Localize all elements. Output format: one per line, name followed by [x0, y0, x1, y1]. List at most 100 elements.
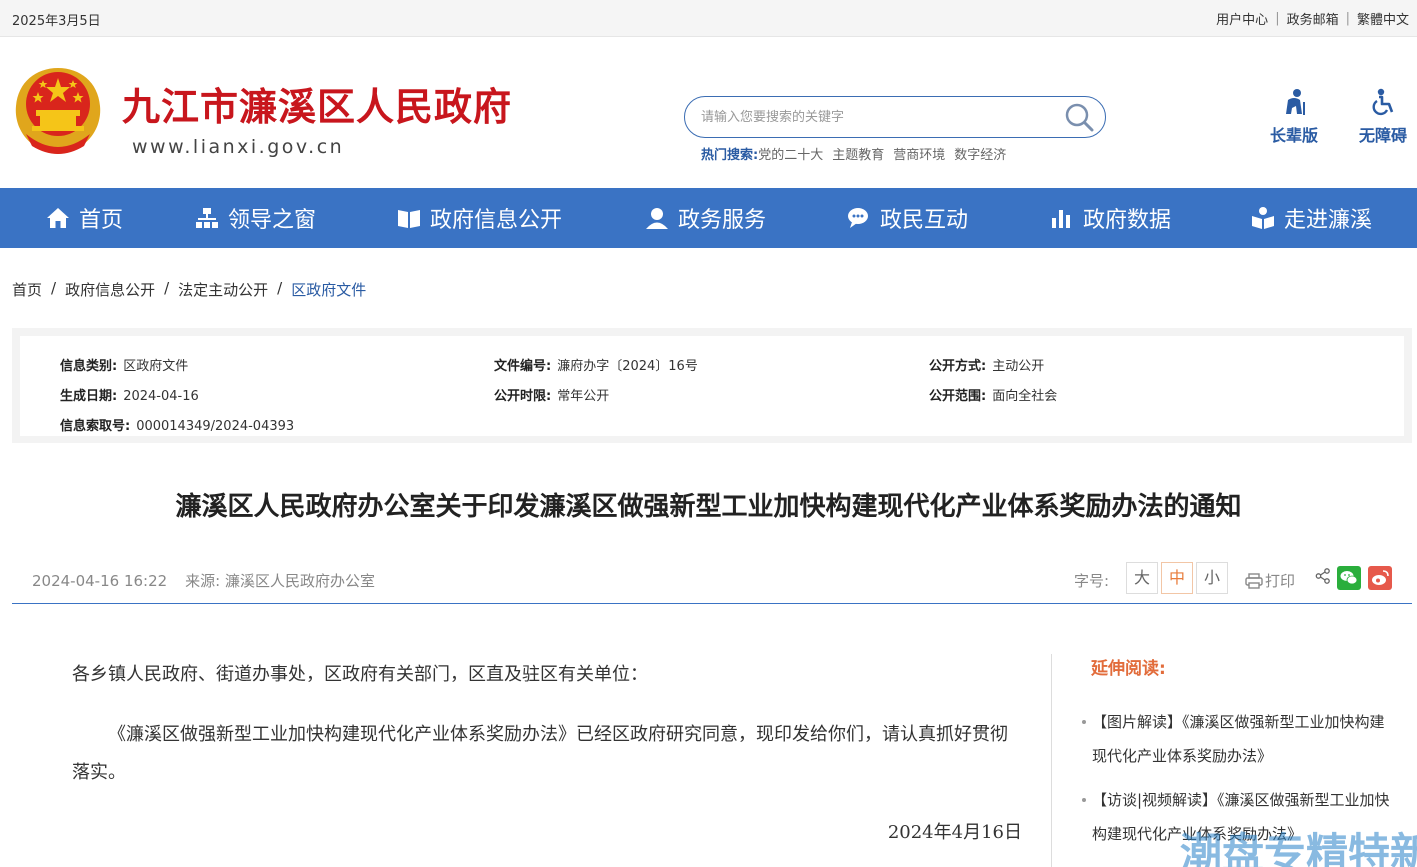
gov-mail-link[interactable]: 政务邮箱	[1287, 9, 1339, 28]
font-size-medium-button[interactable]: 中	[1161, 562, 1193, 594]
meta-key: 公开方式:	[929, 359, 987, 374]
breadcrumb-current[interactable]: 区政府文件	[291, 279, 366, 300]
site-title: 九江市濂溪区人民政府	[122, 84, 513, 129]
article-info-bar: 2024-04-16 16:22 来源: 濂溪区人民政府办公室 字号: 大 中 小…	[12, 562, 1412, 604]
column-divider	[1051, 654, 1052, 867]
share-icon[interactable]	[1315, 568, 1331, 584]
chat-bubble-icon	[848, 208, 868, 228]
meta-key: 文件编号:	[494, 359, 552, 374]
print-button[interactable]: 打印	[1245, 570, 1295, 591]
meta-key: 信息类别:	[60, 359, 118, 374]
accessibility-label: 无障碍	[1358, 126, 1407, 145]
nav-leaders[interactable]: 领导之窗	[195, 188, 316, 248]
hot-search-label: 热门搜索:	[701, 148, 759, 163]
font-size-large-button[interactable]: 大	[1126, 562, 1158, 594]
top-bar: 2025年3月5日 用户中心 | 政务邮箱 | 繁體中文	[0, 0, 1417, 37]
meta-created-date: 生成日期: 2024-04-16	[60, 385, 199, 404]
user-center-link[interactable]: 用户中心	[1216, 9, 1268, 28]
meta-publish-scope: 公开范围: 面向全社会	[929, 385, 1057, 404]
nav-interaction[interactable]: 政民互动	[847, 188, 968, 248]
elder-icon	[1286, 89, 1305, 115]
wheelchair-icon	[1372, 88, 1394, 116]
meta-publish-mode: 公开方式: 主动公开	[929, 355, 1044, 374]
meta-key: 公开范围:	[929, 389, 987, 404]
divider: |	[1275, 11, 1280, 26]
home-icon	[47, 208, 69, 228]
elder-mode-label: 长辈版	[1269, 126, 1318, 145]
breadcrumb: 首页 / 政府信息公开 / 法定主动公开 / 区政府文件	[12, 279, 366, 300]
weibo-icon[interactable]	[1368, 566, 1392, 590]
search-icon[interactable]	[1063, 102, 1095, 132]
main-nav: 首页 领导之窗 政府信息公开 政务服务 政民互动 政府数据 走进濂溪	[0, 188, 1417, 248]
printer-icon	[1245, 572, 1263, 589]
meta-value: 常年公开	[557, 389, 610, 404]
nav-label: 政民互动	[880, 208, 969, 233]
meta-value: 2024-04-16	[123, 389, 199, 404]
nav-label: 领导之窗	[228, 208, 317, 233]
meta-value: 000014349/2024-04393	[136, 419, 295, 434]
accessibility-button[interactable]: 无障碍	[1348, 88, 1417, 146]
meta-value: 区政府文件	[123, 359, 189, 374]
breadcrumb-separator: /	[277, 279, 283, 297]
bar-chart-icon	[1052, 210, 1070, 228]
meta-publish-period: 公开时限: 常年公开	[494, 385, 609, 404]
breadcrumb-separator: /	[51, 279, 57, 297]
search-input[interactable]	[701, 107, 1051, 127]
hot-search-item[interactable]: 营商环境	[893, 144, 945, 163]
article-meta: 2024-04-16 16:22 来源: 濂溪区人民政府办公室	[32, 570, 375, 591]
meta-key: 生成日期:	[60, 389, 118, 404]
breadcrumb-gov-info[interactable]: 政府信息公开	[65, 279, 155, 300]
print-label: 打印	[1265, 572, 1296, 590]
nav-gov-info[interactable]: 政府信息公开	[397, 188, 562, 248]
article-source: 来源: 濂溪区人民政府办公室	[185, 572, 375, 590]
breadcrumb-active-disclosure[interactable]: 法定主动公开	[178, 279, 268, 300]
site-header: 九江市濂溪区人民政府 www.lianxi.gov.cn 热门搜索: 党的二十大…	[0, 37, 1417, 188]
document-meta-inner: 信息类别: 区政府文件 文件编号: 濂府办字〔2024〕16号 公开方式: 主动公开 …	[20, 336, 1404, 436]
meta-value: 濂府办字〔2024〕16号	[557, 359, 698, 374]
meta-index-number: 信息索取号: 000014349/2024-04393	[60, 415, 294, 434]
sign-date: 2024年4月16日	[887, 822, 1022, 843]
meta-doc-number: 文件编号: 濂府办字〔2024〕16号	[494, 355, 698, 374]
top-links: 用户中心 | 政务邮箱 | 繁體中文	[1216, 9, 1409, 28]
open-book-icon	[398, 210, 420, 228]
meta-key: 信息索取号:	[60, 419, 131, 434]
site-domain: www.lianxi.gov.cn	[132, 136, 345, 158]
font-size-label: 字号:	[1074, 572, 1110, 590]
nav-label: 政府数据	[1083, 208, 1172, 233]
meta-value: 面向全社会	[992, 389, 1058, 404]
nav-home[interactable]: 首页	[46, 188, 123, 248]
hot-search-item[interactable]: 数字经济	[954, 144, 1006, 163]
article-body: 各乡镇人民政府、街道办事处，区政府有关部门，区直及驻区有关单位： 《濂溪区做强新…	[72, 656, 1022, 867]
article-paragraph: 《濂溪区做强新型工业加快构建现代化产业体系奖励办法》已经区政府研究同意，现印发给…	[72, 724, 1008, 783]
org-chart-icon	[196, 208, 218, 228]
nav-label: 首页	[79, 208, 124, 233]
breadcrumb-home[interactable]: 首页	[12, 279, 42, 300]
meta-category: 信息类别: 区政府文件	[60, 355, 188, 374]
national-emblem-icon	[15, 68, 101, 154]
hot-search: 热门搜索: 党的二十大 主题教育 营商环境 数字经济	[701, 144, 1015, 163]
wechat-icon[interactable]	[1337, 566, 1361, 590]
elder-mode-button[interactable]: 长辈版	[1259, 88, 1329, 146]
article-paragraph: 各乡镇人民政府、街道办事处，区政府有关部门，区直及驻区有关单位：	[72, 664, 648, 685]
hot-search-item[interactable]: 主题教育	[832, 144, 884, 163]
nav-label: 政务服务	[678, 208, 767, 233]
font-size-small-button[interactable]: 小	[1196, 562, 1228, 594]
watermark: 潮盘专精特新	[1180, 829, 1417, 867]
divider: |	[1345, 11, 1350, 26]
nav-about[interactable]: 走进濂溪	[1251, 188, 1372, 248]
related-item[interactable]: 【图片解读】《濂溪区做强新型工业加快构建现代化产业体系奖励办法》	[1082, 705, 1392, 773]
service-user-icon	[646, 208, 668, 229]
meta-key: 公开时限:	[494, 389, 552, 404]
breadcrumb-separator: /	[164, 279, 170, 297]
article-title: 濂溪区人民政府办公室关于印发濂溪区做强新型工业加快构建现代化产业体系奖励办法的通…	[175, 492, 1242, 522]
nav-gov-data[interactable]: 政府数据	[1050, 188, 1171, 248]
hot-search-item[interactable]: 党的二十大	[758, 144, 823, 163]
nav-services[interactable]: 政务服务	[645, 188, 766, 248]
reader-icon	[1252, 207, 1274, 229]
search-bar	[684, 96, 1106, 138]
traditional-chinese-link[interactable]: 繁體中文	[1357, 9, 1409, 28]
publish-datetime: 2024-04-16 16:22	[32, 572, 168, 590]
nav-label: 走进濂溪	[1284, 208, 1373, 233]
meta-value: 主动公开	[992, 359, 1045, 374]
related-heading: 延伸阅读:	[1091, 659, 1166, 679]
